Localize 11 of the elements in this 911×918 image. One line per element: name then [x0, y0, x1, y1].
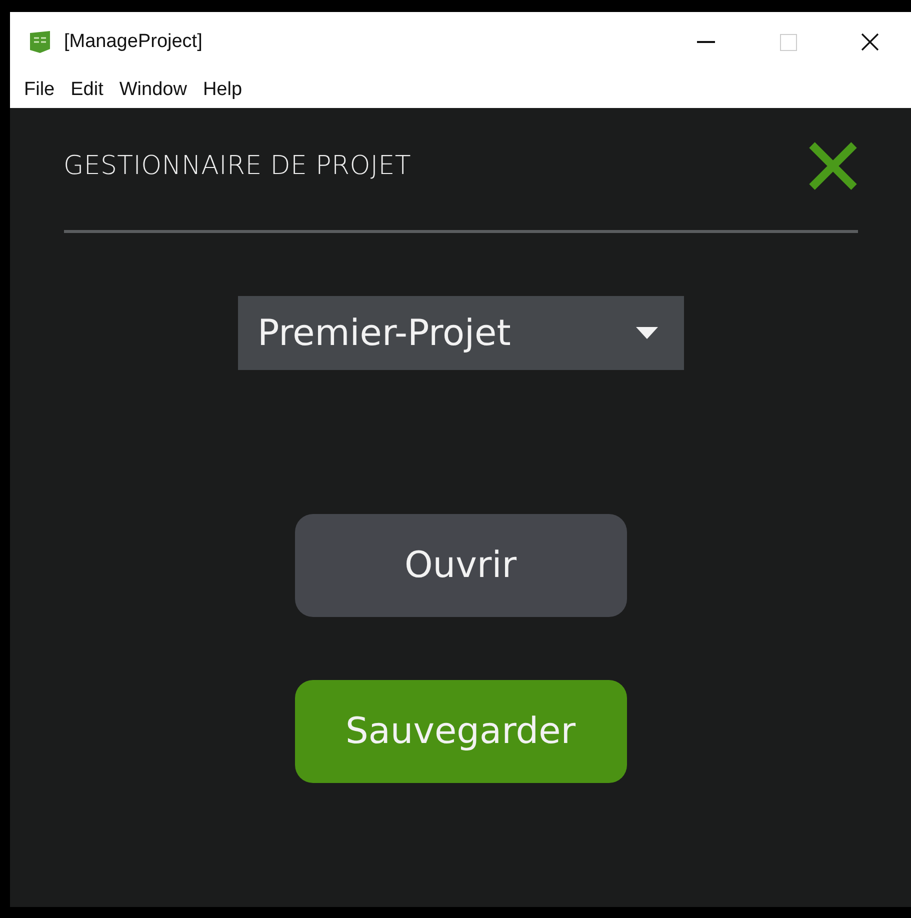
window-title: [ManageProject] — [64, 31, 204, 53]
open-button[interactable]: Ouvrir — [294, 514, 626, 617]
app-logo-icon — [28, 30, 52, 54]
menu-item[interactable]: Window — [111, 79, 195, 101]
panel-title: GESTIONNAIRE DE PROJET — [64, 151, 412, 181]
menu-item[interactable]: Help — [194, 79, 250, 101]
menu-item[interactable]: File — [16, 79, 63, 101]
project-dropdown[interactable]: Premier-Projet — [238, 296, 684, 370]
menu-item[interactable]: Edit — [62, 79, 112, 101]
close-icon[interactable] — [861, 33, 879, 51]
caret-icon — [636, 327, 658, 339]
